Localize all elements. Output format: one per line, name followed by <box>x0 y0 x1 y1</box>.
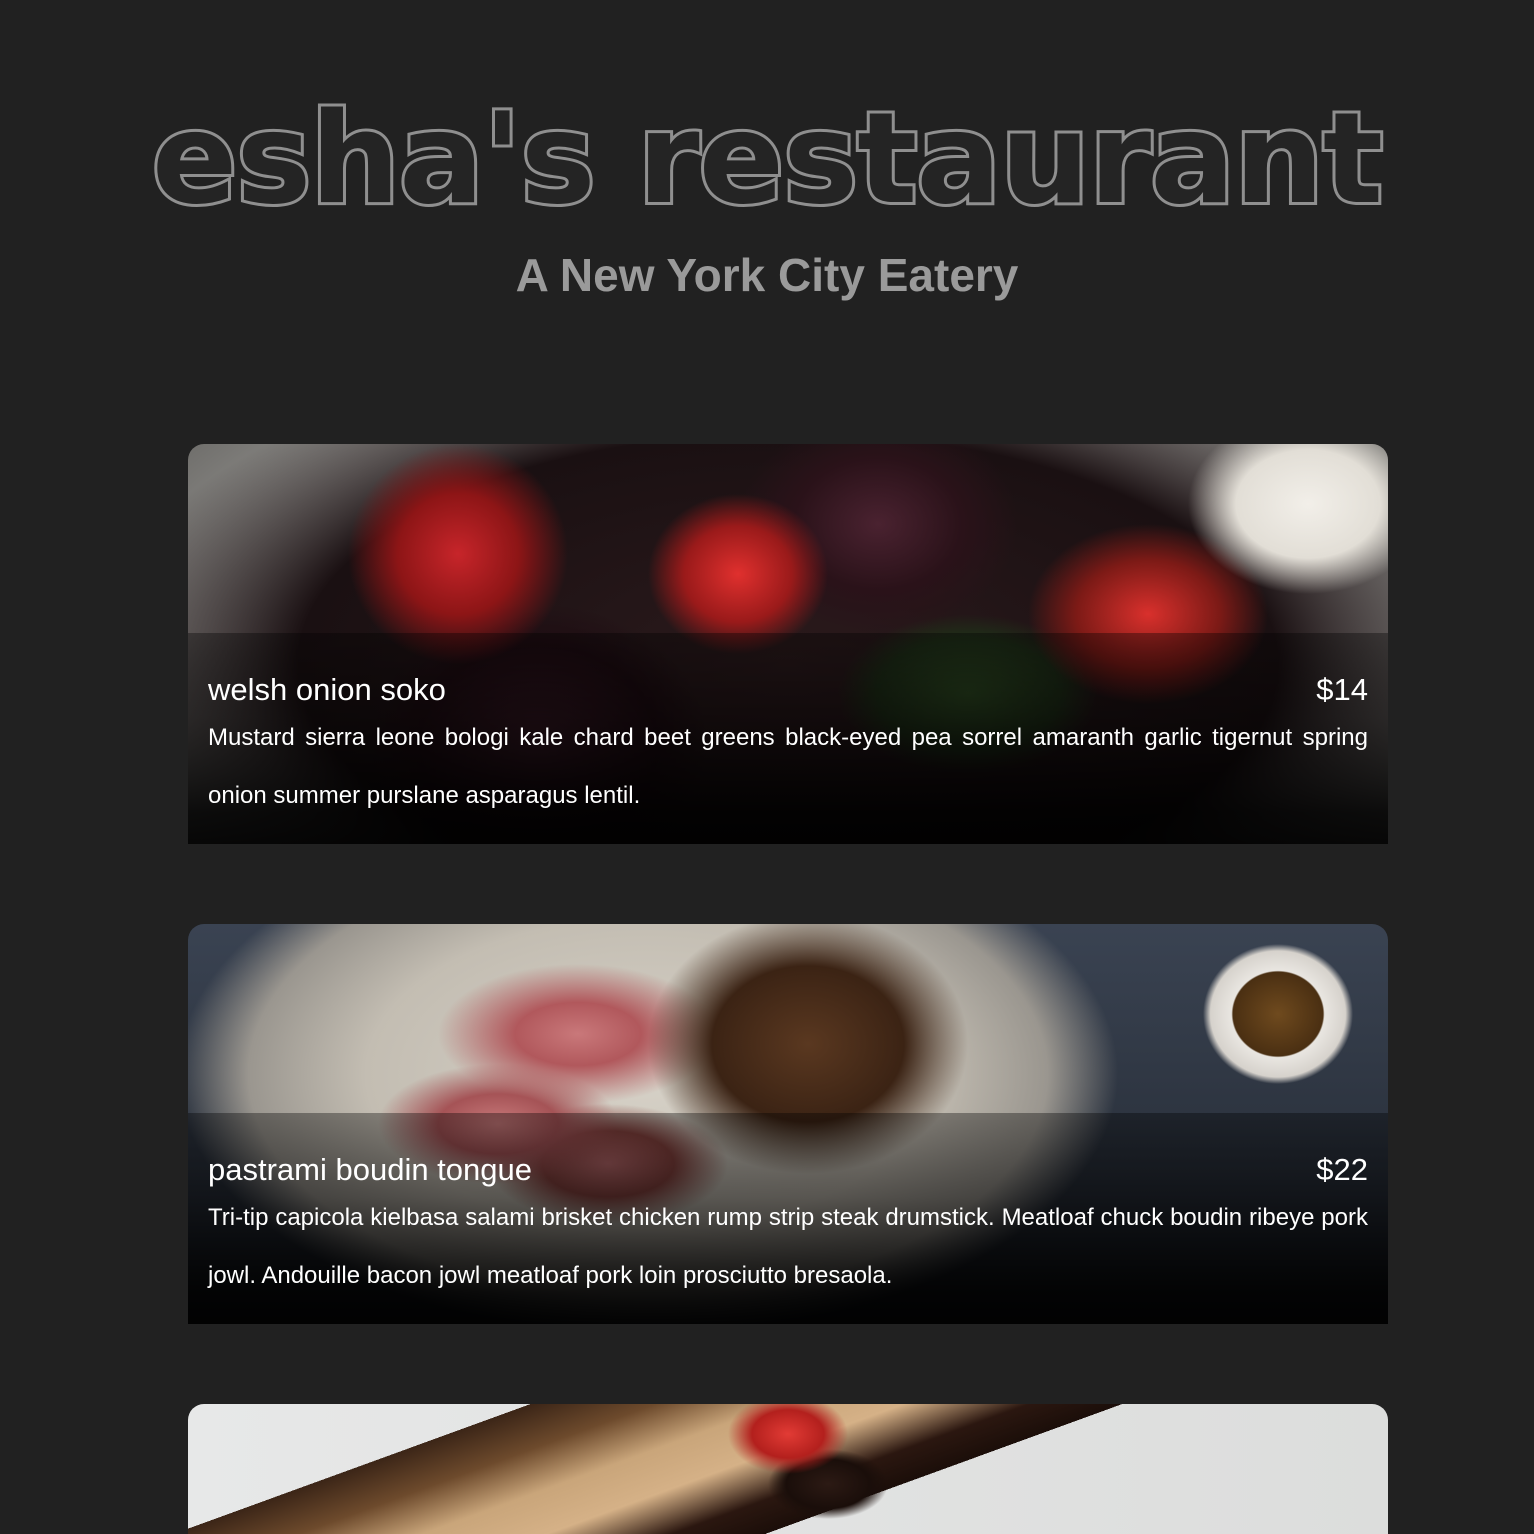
dish-name: welsh onion soko <box>208 672 446 707</box>
dish-price: $22 <box>1316 1152 1368 1187</box>
dish-photo <box>188 1404 1388 1534</box>
brand-subtitle: A New York City Eatery <box>515 249 1019 301</box>
menu-item-card[interactable] <box>188 1404 1388 1534</box>
dish-name: pastrami boudin tongue <box>208 1152 533 1187</box>
dish-description: Mustard sierra leone bologi kale chard b… <box>208 724 1368 809</box>
menu-item-card[interactable]: welsh onion soko $14 Mustard sierra leon… <box>188 444 1388 844</box>
menu-item-card[interactable]: pastrami boudin tongue $22 Tri-tip capic… <box>188 924 1388 1324</box>
dish-price: $14 <box>1316 672 1368 707</box>
dish-description: Tri-tip capicola kielbasa salami brisket… <box>208 1204 1368 1289</box>
brand-title: esha's restaurant <box>149 85 1386 232</box>
